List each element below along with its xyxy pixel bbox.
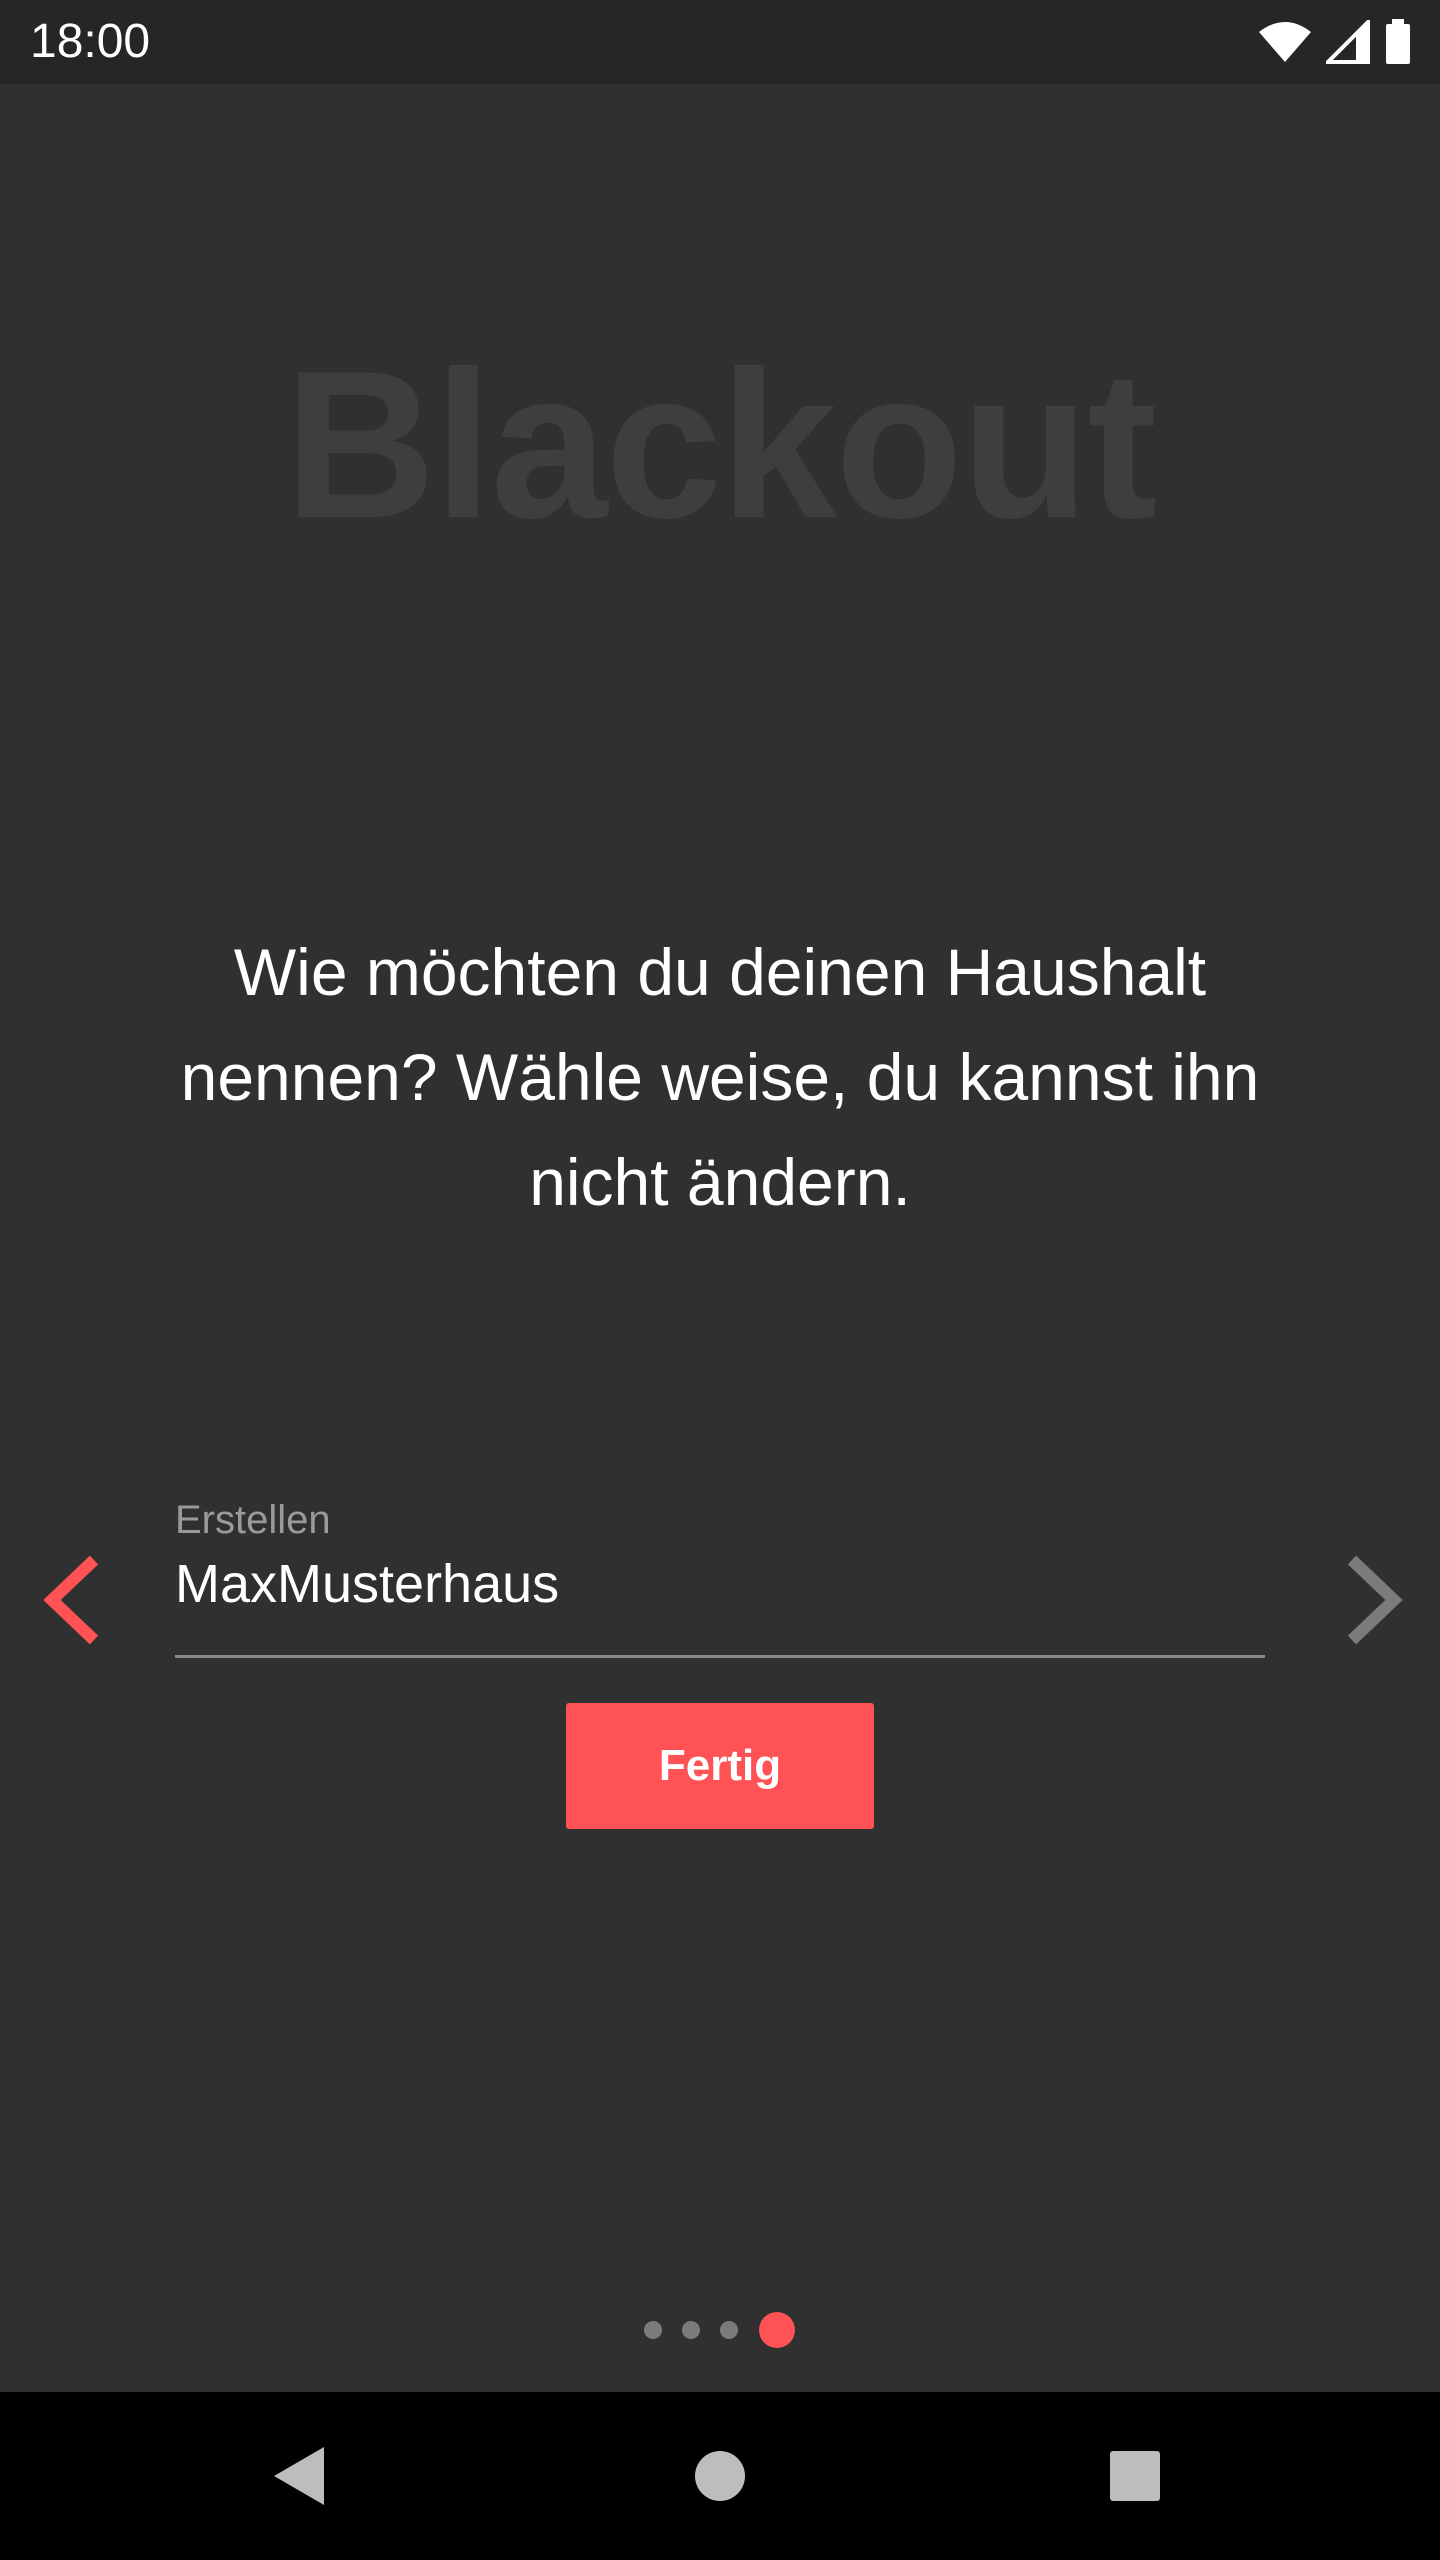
household-name-label: Erstellen	[175, 1498, 331, 1542]
app-title-watermark: Blackout	[284, 327, 1158, 562]
recents-icon	[1110, 2451, 1160, 2501]
chevron-right-icon	[1347, 1555, 1403, 1645]
onboarding-screen: 18:00 Blackout Wie möchten du deinen Hau…	[0, 0, 1440, 2560]
status-icons	[1258, 18, 1412, 66]
page-dot-2	[682, 2321, 700, 2339]
back-button[interactable]	[216, 2392, 384, 2560]
page-dot-4-active	[759, 2312, 795, 2348]
wifi-icon	[1258, 20, 1312, 64]
status-time: 18:00	[30, 15, 151, 68]
household-name-input[interactable]: MaxMusterhaus	[175, 1550, 1265, 1620]
page-dot-3	[720, 2321, 738, 2339]
navigation-bar	[0, 2392, 1440, 2560]
chevron-left-icon	[43, 1555, 99, 1645]
signal-icon	[1326, 20, 1370, 64]
battery-icon	[1384, 19, 1412, 65]
input-underline	[175, 1655, 1265, 1658]
next-page-button[interactable]	[1330, 1550, 1410, 1650]
page-indicator	[0, 2310, 1440, 2350]
status-bar: 18:00	[0, 0, 1440, 84]
recents-button[interactable]	[1051, 2392, 1219, 2560]
home-icon	[695, 2451, 745, 2501]
page-dot-1	[644, 2321, 662, 2339]
back-icon	[274, 2447, 324, 2505]
home-button[interactable]	[636, 2392, 804, 2560]
household-name-question: Wie möchten du deinen Haushalt nennen? W…	[180, 935, 1260, 1219]
done-button[interactable]: Fertig	[566, 1703, 874, 1829]
previous-page-button[interactable]	[36, 1550, 116, 1650]
